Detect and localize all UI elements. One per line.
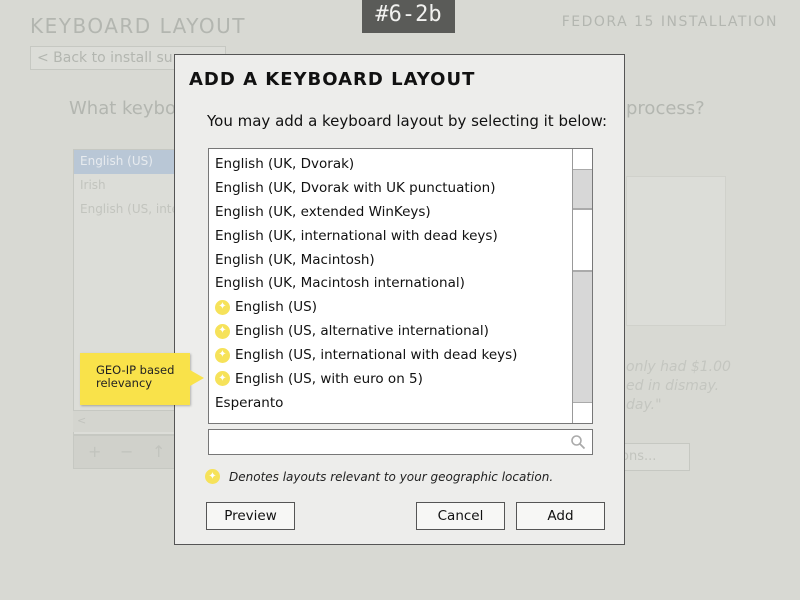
installer-title: FEDORA 15 INSTALLATION xyxy=(561,14,778,30)
list-item-label: English (UK, Macintosh international) xyxy=(215,275,465,292)
list-item[interactable]: English (US, inte xyxy=(74,198,190,222)
preview-button[interactable]: Preview xyxy=(206,502,295,530)
star-icon: ✦ xyxy=(215,299,230,315)
sample-text: only had $1.00 ed in dismay. day." xyxy=(626,359,731,413)
list-item-label: English (US, with euro on 5) xyxy=(235,370,423,387)
add-keyboard-layout-dialog: ADD A KEYBOARD LAYOUT You may add a keyb… xyxy=(174,54,625,545)
legend-text: Denotes layouts relevant to your geograp… xyxy=(229,469,554,484)
list-item-label: English (US) xyxy=(235,299,318,316)
list-item[interactable]: English (UK, extended WinKeys) xyxy=(209,200,572,224)
preview-panel xyxy=(626,176,726,326)
cancel-button[interactable]: Cancel xyxy=(416,502,505,530)
geo-ip-callout: GEO-IP based relevancy xyxy=(80,353,190,405)
scroll-up-arrow-icon[interactable] xyxy=(573,149,592,169)
move-up-button[interactable]: ↑ xyxy=(152,442,165,461)
star-icon: ✦ xyxy=(215,371,230,387)
star-icon: ✦ xyxy=(215,347,230,363)
list-item[interactable]: English (US) xyxy=(74,150,190,174)
scrollbar-track[interactable] xyxy=(573,271,592,403)
list-item-label: English (UK, extended WinKeys) xyxy=(215,203,431,220)
add-button[interactable]: Add xyxy=(516,502,605,530)
callout-arrow xyxy=(190,370,204,386)
list-item-label: English (US, alternative international) xyxy=(235,323,489,340)
list-item[interactable]: ✦ English (US, international with dead ke… xyxy=(209,343,572,367)
list-item-label: English (UK, Dvorak) xyxy=(215,155,355,172)
scroll-down-arrow-icon[interactable] xyxy=(573,403,592,423)
remove-layout-button[interactable]: − xyxy=(120,442,133,461)
list-item[interactable]: English (UK, Dvorak with UK punctuation) xyxy=(209,176,572,200)
vertical-scrollbar[interactable] xyxy=(572,149,592,423)
add-layout-button[interactable]: + xyxy=(88,442,101,461)
layout-search-input[interactable] xyxy=(208,429,593,455)
list-item-label: English (UK, Dvorak with UK punctuation) xyxy=(215,179,496,196)
list-item[interactable]: English (UK, Macintosh) xyxy=(209,248,572,272)
dialog-prompt: You may add a keyboard layout by selecti… xyxy=(207,112,608,130)
list-item[interactable]: English (UK, Dvorak) xyxy=(209,152,572,176)
screen-tag: #6-2b xyxy=(362,0,455,33)
list-item-label: English (UK, Macintosh) xyxy=(215,251,375,268)
search-icon[interactable] xyxy=(570,434,586,450)
list-item[interactable]: Irish xyxy=(74,174,190,198)
scroll-left-icon[interactable]: < xyxy=(77,414,86,427)
dialog-title: ADD A KEYBOARD LAYOUT xyxy=(189,69,476,90)
list-item[interactable]: ✦ English (US) xyxy=(209,295,572,319)
layout-list: English (UK, Dvorak) English (UK, Dvorak … xyxy=(209,152,572,415)
page-title: KEYBOARD LAYOUT xyxy=(30,14,247,38)
scrollbar-track[interactable] xyxy=(573,169,592,209)
star-icon: ✦ xyxy=(215,323,230,339)
list-item[interactable]: English (UK, Macintosh international) xyxy=(209,271,572,295)
question-text-end: process? xyxy=(626,98,705,119)
list-item[interactable]: ✦ English (US, alternative international) xyxy=(209,319,572,343)
list-item[interactable]: English (UK, international with dead key… xyxy=(209,224,572,248)
scrollbar-thumb[interactable] xyxy=(573,209,592,271)
list-item[interactable]: Esperanto xyxy=(209,391,572,415)
list-item-label: English (US, international with dead key… xyxy=(235,347,518,364)
list-item[interactable]: ✦ English (US, with euro on 5) xyxy=(209,367,572,391)
layout-listbox[interactable]: English (UK, Dvorak) English (UK, Dvorak … xyxy=(208,148,593,424)
question-text-start: What keyboa xyxy=(69,98,187,119)
geo-legend: ✦ Denotes layouts relevant to your geogr… xyxy=(205,469,553,484)
list-item-label: Esperanto xyxy=(215,394,284,411)
star-icon: ✦ xyxy=(205,469,220,484)
list-item-label: English (UK, international with dead key… xyxy=(215,227,498,244)
